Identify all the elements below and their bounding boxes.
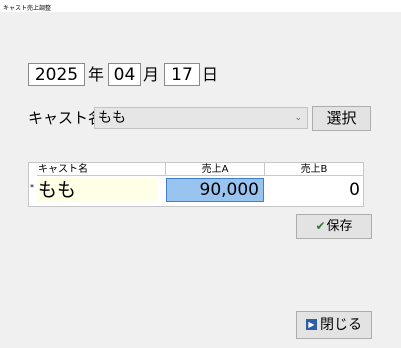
year-label: 年	[88, 65, 105, 84]
cast-dropdown[interactable]: もも ⌄	[94, 107, 308, 129]
header-cast-name[interactable]: キャスト名	[37, 163, 166, 176]
cast-name-label: キャスト名	[28, 109, 104, 127]
close-button-label: 閉じる	[320, 317, 362, 333]
cell-sales-a[interactable]: 90,000	[166, 178, 264, 202]
cast-dropdown-value: もも	[98, 110, 126, 126]
day-input[interactable]: 17	[164, 63, 200, 86]
cell-cast-name[interactable]: もも	[37, 178, 158, 202]
select-button[interactable]: 選択	[312, 106, 371, 131]
month-input[interactable]: 04	[108, 63, 141, 86]
check-icon: ✔	[315, 219, 326, 233]
close-button[interactable]: ▶ 閉じる	[296, 311, 372, 339]
month-label: 月	[143, 65, 160, 84]
form-body: 2025 年 04 月 17 日 キャスト名 もも ⌄ 選択 キャスト名 売上A…	[0, 12, 401, 348]
cell-sales-b[interactable]: 0	[265, 178, 363, 202]
year-input[interactable]: 2025	[28, 63, 85, 86]
chevron-down-icon: ⌄	[294, 113, 302, 123]
window-title: キャスト売上調整	[3, 5, 52, 12]
save-button-label: 保存	[326, 219, 353, 234]
day-label: 日	[202, 65, 219, 84]
header-sales-b[interactable]: 売上B	[265, 163, 364, 176]
new-row-marker: *	[30, 183, 34, 192]
save-button[interactable]: ✔保存	[296, 214, 372, 239]
header-sales-a[interactable]: 売上A	[166, 163, 265, 176]
sales-grid[interactable]: キャスト名 売上A 売上B * もも 90,000 0	[28, 162, 364, 207]
exit-icon: ▶	[306, 318, 317, 330]
